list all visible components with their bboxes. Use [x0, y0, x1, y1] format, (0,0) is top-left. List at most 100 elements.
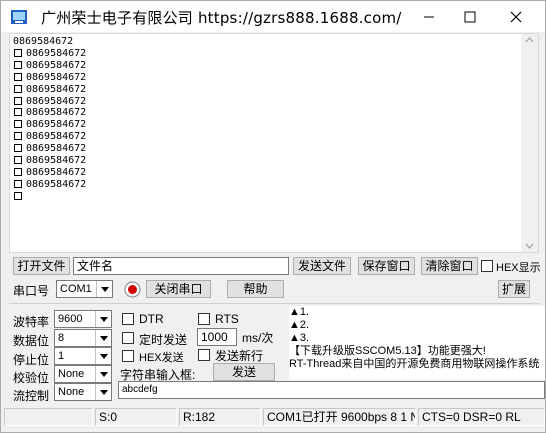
status-received[interactable]: R:182 [179, 408, 261, 426]
receive-area[interactable]: 0869584672 0869584672 0869584672 0869584672… [9, 33, 539, 253]
receive-line-text: 0869584672 [26, 119, 87, 131]
port-select[interactable]: COM1 [56, 280, 113, 298]
timed-send-label: 定时发送 [139, 333, 188, 347]
receive-line: 0869584672 [13, 119, 86, 131]
chevron-down-icon [95, 348, 111, 364]
data-bits-value: 8 [58, 332, 65, 344]
flow-value: None [58, 386, 85, 398]
data-bits-select[interactable]: 8 [54, 329, 112, 347]
receive-scrollbar[interactable] [521, 34, 538, 252]
receive-line-text: 0869584672 [26, 47, 87, 59]
close-port-button[interactable]: 关闭串口 [146, 280, 211, 298]
timed-send-checkbox[interactable] [122, 332, 134, 344]
scroll-down-icon[interactable] [521, 240, 538, 252]
chevron-down-icon [95, 384, 111, 400]
control-char-box [14, 72, 22, 81]
rts-checkbox[interactable] [198, 313, 210, 325]
send-file-button[interactable]: 发送文件 [293, 257, 351, 275]
file-name-field[interactable]: 文件名 [73, 257, 289, 275]
help-button[interactable]: 帮助 [227, 280, 284, 298]
status-blank [4, 408, 93, 426]
receive-line [13, 191, 86, 203]
minimize-button[interactable] [406, 1, 452, 32]
receive-line: 0869584672 [13, 179, 86, 191]
info-link[interactable]: 【下载升级版SSCOM5.13】功能更强大! [289, 345, 545, 358]
hex-display-checkbox[interactable] [481, 260, 493, 272]
minimize-icon [424, 16, 434, 17]
receive-line: 0869584672 [13, 84, 86, 96]
hex-display-label: HEX显示 [496, 262, 541, 274]
receive-line: 0869584672 [13, 155, 86, 167]
save-window-button[interactable]: 保存窗口 [358, 257, 415, 275]
control-char-box [14, 48, 22, 57]
info-line: ▲2. [289, 319, 310, 331]
maximize-button[interactable] [447, 1, 493, 32]
scroll-up-icon[interactable] [521, 34, 538, 46]
receive-line-text: 0869584672 [26, 71, 87, 83]
control-char-box [14, 179, 22, 188]
control-char-box [14, 120, 22, 129]
control-char-box [14, 96, 22, 105]
open-file-button[interactable]: 打开文件 [13, 257, 70, 275]
dtr-checkbox[interactable] [122, 313, 134, 325]
receive-line: 0869584672 [13, 72, 86, 84]
info-line: ▲1. [289, 306, 310, 318]
receive-line-text: 0869584672 [26, 59, 87, 71]
app-icon [11, 10, 27, 24]
parity-label: 校验位 [13, 371, 50, 385]
receive-line: 0869584672 [13, 131, 86, 143]
flow-select[interactable]: None [54, 383, 112, 401]
chevron-down-icon [95, 311, 111, 327]
receive-line-text: 0869584672 [26, 155, 87, 167]
baud-select[interactable]: 9600 [54, 310, 112, 328]
hex-send-checkbox[interactable] [122, 350, 134, 362]
info-link[interactable]: RT-Thread来自中国的开源免费商用物联网操作系统 [289, 358, 545, 371]
close-icon [510, 11, 522, 22]
control-char-box [14, 144, 22, 153]
divider [9, 303, 539, 304]
send-input[interactable]: abcdefg [118, 381, 545, 399]
maximize-icon [464, 11, 476, 22]
port-value: COM1 [60, 283, 92, 295]
status-signals: CTS=0 DSR=0 RL [418, 408, 545, 426]
chevron-down-icon [95, 330, 111, 346]
dtr-label: DTR [139, 312, 164, 326]
stop-bits-label: 停止位 [13, 353, 50, 367]
receive-line-text: 0869584672 [26, 131, 87, 143]
title-bar: 广州荣士电子有限公司 https://gzrs888.1688.com/ [1, 1, 545, 32]
stop-bits-value: 1 [58, 350, 65, 362]
data-bits-label: 数据位 [13, 334, 50, 348]
send-newline-checkbox[interactable] [198, 349, 210, 361]
send-button[interactable]: 发送 [213, 363, 275, 381]
receive-text: 0869584672 0869584672 0869584672 0869584672… [13, 36, 86, 203]
port-label: 串口号 [13, 284, 50, 298]
parity-select[interactable]: None [54, 365, 112, 383]
receive-line: 0869584672 [13, 107, 86, 119]
receive-line: 0869584672 [13, 60, 86, 72]
receive-line: 0869584672 [13, 143, 86, 155]
receive-line: 0869584672 [13, 96, 86, 108]
info-panel: ▲1. ▲2. ▲3. 【下载升级版SSCOM5.13】功能更强大! RT-Th… [289, 306, 545, 380]
control-char-box [14, 84, 22, 93]
status-port-state: COM1已打开 9600bps 8 1 None None [263, 408, 416, 426]
stop-bits-select[interactable]: 1 [54, 347, 112, 365]
chevron-down-icon [95, 366, 111, 382]
main-window: 广州荣士电子有限公司 https://gzrs888.1688.com/ 086… [0, 0, 546, 433]
baud-value: 9600 [58, 313, 83, 325]
status-sent[interactable]: S:0 [95, 408, 177, 426]
clear-window-button[interactable]: 清除窗口 [421, 257, 478, 275]
interval-input[interactable]: 1000 [197, 328, 237, 346]
interval-unit: ms/次 [242, 331, 274, 345]
receive-line: 0869584672 [13, 167, 86, 179]
receive-line: 0869584672 [13, 36, 86, 48]
send-newline-label: 发送新行 [215, 349, 264, 363]
control-char-box [14, 156, 22, 165]
receive-line-text: 0869584672 [26, 166, 87, 178]
receive-line-text: 0869584672 [26, 107, 87, 119]
baud-label: 波特率 [13, 315, 50, 329]
receive-line-text: 0869584672 [26, 178, 87, 190]
close-button[interactable] [493, 1, 539, 32]
expand-button[interactable]: 扩展 [498, 280, 530, 298]
info-line: ▲3. [289, 332, 310, 344]
chevron-down-icon [96, 281, 112, 297]
